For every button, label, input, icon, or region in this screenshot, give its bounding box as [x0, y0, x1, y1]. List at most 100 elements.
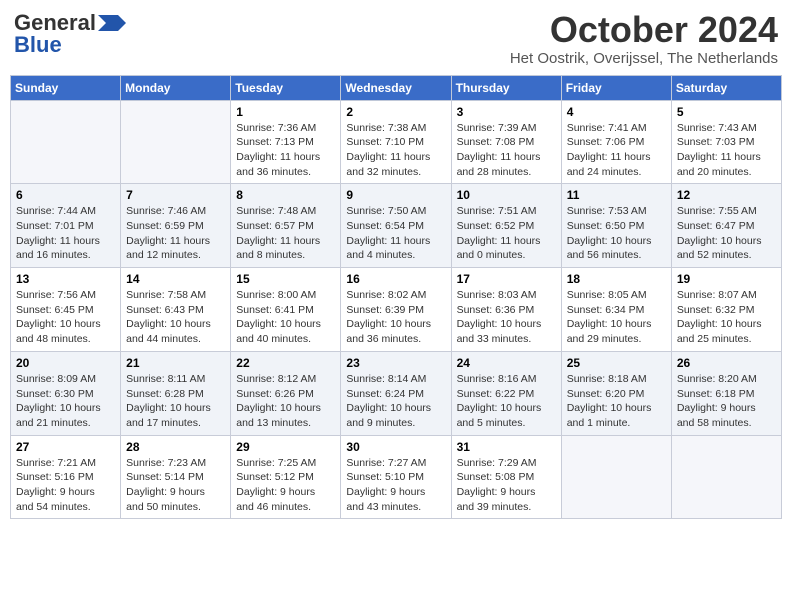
logo-blue-text: Blue [14, 32, 62, 58]
day-number: 29 [236, 440, 335, 454]
calendar-cell: 23 Sunrise: 8:14 AM Sunset: 6:24 PM Dayli… [341, 351, 451, 435]
day-number: 26 [677, 356, 776, 370]
calendar-cell [121, 100, 231, 184]
calendar-week-row: 13 Sunrise: 7:56 AM Sunset: 6:45 PM Dayli… [11, 268, 782, 352]
day-info: Sunrise: 7:39 AM Sunset: 7:08 PM Dayligh… [457, 121, 556, 180]
weekday-header-saturday: Saturday [671, 75, 781, 100]
calendar-cell: 14Sunrise: 7:58 AM Sunset: 6:43 PM Dayli… [121, 268, 231, 352]
calendar-week-row: 27Sunrise: 7:21 AM Sunset: 5:16 PM Dayli… [11, 435, 782, 519]
calendar-week-row: 20 Sunrise: 8:09 AM Sunset: 6:30 PM Dayli… [11, 351, 782, 435]
day-number: 16 [346, 272, 445, 286]
weekday-header-thursday: Thursday [451, 75, 561, 100]
day-number: 2 [346, 105, 445, 119]
day-number: 25 [567, 356, 666, 370]
calendar-cell [11, 100, 121, 184]
calendar-cell: 6 Sunrise: 7:44 AM Sunset: 7:01 PM Daylig… [11, 184, 121, 268]
calendar-cell: 26 Sunrise: 8:20 AM Sunset: 6:18 PM Dayli… [671, 351, 781, 435]
calendar-cell: 30 Sunrise: 7:27 AM Sunset: 5:10 PM Dayli… [341, 435, 451, 519]
day-number: 19 [677, 272, 776, 286]
month-title: October 2024 [510, 10, 778, 50]
day-info: Sunrise: 8:02 AM Sunset: 6:39 PM Dayligh… [346, 288, 445, 347]
day-info: Sunrise: 7:21 AM Sunset: 5:16 PM Dayligh… [16, 456, 115, 515]
calendar-cell: 2 Sunrise: 7:38 AM Sunset: 7:10 PM Daylig… [341, 100, 451, 184]
calendar-cell: 8 Sunrise: 7:48 AM Sunset: 6:57 PM Daylig… [231, 184, 341, 268]
day-info: Sunrise: 8:00 AM Sunset: 6:41 PM Dayligh… [236, 288, 335, 347]
logo: General Blue [14, 10, 126, 58]
day-number: 6 [16, 188, 115, 202]
day-info: Sunrise: 7:43 AM Sunset: 7:03 PM Dayligh… [677, 121, 776, 180]
weekday-header-friday: Friday [561, 75, 671, 100]
logo-arrow-icon [98, 15, 126, 31]
day-number: 5 [677, 105, 776, 119]
calendar-cell: 31 Sunrise: 7:29 AM Sunset: 5:08 PM Dayli… [451, 435, 561, 519]
day-number: 21 [126, 356, 225, 370]
calendar-cell: 28Sunrise: 7:23 AM Sunset: 5:14 PM Dayli… [121, 435, 231, 519]
day-info: Sunrise: 7:51 AM Sunset: 6:52 PM Dayligh… [457, 204, 556, 263]
day-number: 1 [236, 105, 335, 119]
calendar-cell: 15 Sunrise: 8:00 AM Sunset: 6:41 PM Dayli… [231, 268, 341, 352]
calendar-cell: 18 Sunrise: 8:05 AM Sunset: 6:34 PM Dayli… [561, 268, 671, 352]
calendar-cell: 10 Sunrise: 7:51 AM Sunset: 6:52 PM Dayli… [451, 184, 561, 268]
calendar-cell: 1 Sunrise: 7:36 AM Sunset: 7:13 PM Daylig… [231, 100, 341, 184]
day-number: 18 [567, 272, 666, 286]
calendar-cell: 19 Sunrise: 8:07 AM Sunset: 6:32 PM Dayli… [671, 268, 781, 352]
calendar-cell: 5 Sunrise: 7:43 AM Sunset: 7:03 PM Daylig… [671, 100, 781, 184]
calendar-table: SundayMondayTuesdayWednesdayThursdayFrid… [10, 75, 782, 520]
day-info: Sunrise: 7:55 AM Sunset: 6:47 PM Dayligh… [677, 204, 776, 263]
day-info: Sunrise: 8:18 AM Sunset: 6:20 PM Dayligh… [567, 372, 666, 431]
day-info: Sunrise: 8:20 AM Sunset: 6:18 PM Dayligh… [677, 372, 776, 431]
weekday-header-wednesday: Wednesday [341, 75, 451, 100]
calendar-cell: 25 Sunrise: 8:18 AM Sunset: 6:20 PM Dayli… [561, 351, 671, 435]
calendar-cell [561, 435, 671, 519]
day-number: 24 [457, 356, 556, 370]
day-info: Sunrise: 7:53 AM Sunset: 6:50 PM Dayligh… [567, 204, 666, 263]
weekday-header-tuesday: Tuesday [231, 75, 341, 100]
calendar-cell: 17Sunrise: 8:03 AM Sunset: 6:36 PM Dayli… [451, 268, 561, 352]
day-info: Sunrise: 8:05 AM Sunset: 6:34 PM Dayligh… [567, 288, 666, 347]
day-info: Sunrise: 7:27 AM Sunset: 5:10 PM Dayligh… [346, 456, 445, 515]
day-info: Sunrise: 8:12 AM Sunset: 6:26 PM Dayligh… [236, 372, 335, 431]
weekday-header-monday: Monday [121, 75, 231, 100]
day-number: 10 [457, 188, 556, 202]
day-info: Sunrise: 7:50 AM Sunset: 6:54 PM Dayligh… [346, 204, 445, 263]
day-number: 4 [567, 105, 666, 119]
day-number: 20 [16, 356, 115, 370]
location-text: Het Oostrik, Overijssel, The Netherlands [510, 50, 778, 67]
day-number: 8 [236, 188, 335, 202]
day-info: Sunrise: 7:41 AM Sunset: 7:06 PM Dayligh… [567, 121, 666, 180]
day-info: Sunrise: 7:48 AM Sunset: 6:57 PM Dayligh… [236, 204, 335, 263]
calendar-cell: 27Sunrise: 7:21 AM Sunset: 5:16 PM Dayli… [11, 435, 121, 519]
day-number: 9 [346, 188, 445, 202]
calendar-cell: 9 Sunrise: 7:50 AM Sunset: 6:54 PM Daylig… [341, 184, 451, 268]
day-info: Sunrise: 7:38 AM Sunset: 7:10 PM Dayligh… [346, 121, 445, 180]
day-number: 23 [346, 356, 445, 370]
day-number: 31 [457, 440, 556, 454]
calendar-cell: 16 Sunrise: 8:02 AM Sunset: 6:39 PM Dayli… [341, 268, 451, 352]
day-info: Sunrise: 7:29 AM Sunset: 5:08 PM Dayligh… [457, 456, 556, 515]
day-number: 22 [236, 356, 335, 370]
calendar-cell: 24Sunrise: 8:16 AM Sunset: 6:22 PM Dayli… [451, 351, 561, 435]
calendar-cell: 13 Sunrise: 7:56 AM Sunset: 6:45 PM Dayli… [11, 268, 121, 352]
day-info: Sunrise: 7:56 AM Sunset: 6:45 PM Dayligh… [16, 288, 115, 347]
weekday-header-sunday: Sunday [11, 75, 121, 100]
day-number: 15 [236, 272, 335, 286]
day-info: Sunrise: 7:46 AM Sunset: 6:59 PM Dayligh… [126, 204, 225, 263]
page-header: General Blue October 2024 Het Oostrik, O… [10, 10, 782, 67]
day-info: Sunrise: 8:14 AM Sunset: 6:24 PM Dayligh… [346, 372, 445, 431]
day-number: 7 [126, 188, 225, 202]
day-info: Sunrise: 8:03 AM Sunset: 6:36 PM Dayligh… [457, 288, 556, 347]
day-number: 13 [16, 272, 115, 286]
calendar-cell: 4 Sunrise: 7:41 AM Sunset: 7:06 PM Daylig… [561, 100, 671, 184]
calendar-cell: 29 Sunrise: 7:25 AM Sunset: 5:12 PM Dayli… [231, 435, 341, 519]
day-info: Sunrise: 7:36 AM Sunset: 7:13 PM Dayligh… [236, 121, 335, 180]
day-info: Sunrise: 8:09 AM Sunset: 6:30 PM Dayligh… [16, 372, 115, 431]
day-info: Sunrise: 7:25 AM Sunset: 5:12 PM Dayligh… [236, 456, 335, 515]
day-info: Sunrise: 7:44 AM Sunset: 7:01 PM Dayligh… [16, 204, 115, 263]
calendar-cell: 22 Sunrise: 8:12 AM Sunset: 6:26 PM Dayli… [231, 351, 341, 435]
calendar-week-row: 1 Sunrise: 7:36 AM Sunset: 7:13 PM Daylig… [11, 100, 782, 184]
day-info: Sunrise: 8:07 AM Sunset: 6:32 PM Dayligh… [677, 288, 776, 347]
day-number: 30 [346, 440, 445, 454]
calendar-cell: 21Sunrise: 8:11 AM Sunset: 6:28 PM Dayli… [121, 351, 231, 435]
day-number: 11 [567, 188, 666, 202]
calendar-cell: 11 Sunrise: 7:53 AM Sunset: 6:50 PM Dayli… [561, 184, 671, 268]
